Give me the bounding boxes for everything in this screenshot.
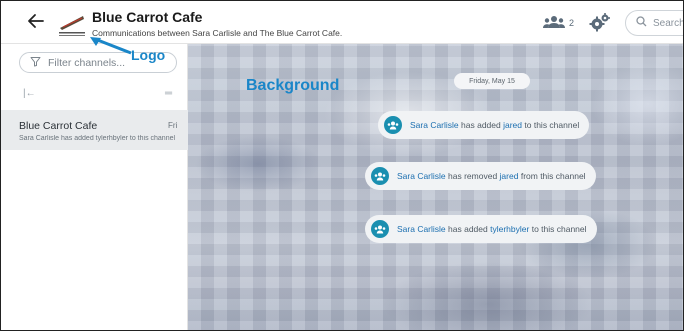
message-action: has removed — [448, 171, 498, 181]
search-icon — [636, 16, 647, 30]
app-frame: Blue Carrot Cafe Communications between … — [0, 0, 684, 331]
channel-sidebar: Filter channels... |← ═ Blue Carrot Cafe… — [1, 44, 188, 330]
message-target[interactable]: jared — [500, 171, 519, 181]
sidebar-controls: |← ═ — [1, 84, 188, 104]
system-message: Sara Carlisle has removed jared from thi… — [365, 162, 596, 190]
message-target[interactable]: jared — [503, 120, 522, 130]
members-icon — [543, 15, 565, 31]
search-input[interactable]: Search — [625, 10, 684, 36]
channel-logo — [57, 10, 87, 38]
members-button[interactable]: 2 — [543, 14, 574, 32]
annotation-arrow-icon — [90, 37, 132, 55]
message-target[interactable]: tylerhbyler — [490, 224, 529, 234]
background-annotation: Background — [246, 77, 340, 94]
back-arrow-icon[interactable] — [27, 12, 49, 34]
group-icon — [371, 167, 389, 185]
menu-icon[interactable]: ═ — [165, 88, 172, 99]
message-user[interactable]: Sara Carlisle — [410, 120, 459, 130]
message-suffix: to this channel — [531, 224, 587, 234]
filter-icon — [30, 56, 41, 70]
message-action: has added — [461, 120, 501, 130]
system-message: Sara Carlisle has added tylerhbyler to t… — [365, 215, 597, 243]
message-user[interactable]: Sara Carlisle — [397, 224, 446, 234]
members-count: 2 — [569, 18, 575, 28]
gear-icon[interactable] — [589, 12, 611, 34]
channel-preview: Sara Carlisle has added tylerhbyler to t… — [19, 135, 176, 142]
group-icon — [384, 116, 402, 134]
filter-placeholder: Filter channels... — [48, 56, 126, 69]
group-icon — [371, 220, 389, 238]
collapse-icon[interactable]: |← — [23, 88, 36, 99]
message-action: has added — [448, 224, 488, 234]
message-user[interactable]: Sara Carlisle — [397, 171, 446, 181]
channel-list-item[interactable]: Blue Carrot Cafe Fri Sara Carlisle has a… — [1, 110, 188, 150]
channel-day: Fri — [168, 121, 178, 130]
logo-annotation: Logo — [131, 47, 166, 63]
channel-name: Blue Carrot Cafe — [19, 120, 98, 132]
system-message: Sara Carlisle has added jared to this ch… — [378, 111, 590, 139]
message-suffix: to this channel — [524, 120, 580, 130]
message-suffix: from this channel — [520, 171, 586, 181]
channel-title: Blue Carrot Cafe — [92, 9, 203, 25]
date-divider: Friday, May 15 — [454, 73, 530, 89]
search-placeholder: Search — [653, 17, 684, 29]
